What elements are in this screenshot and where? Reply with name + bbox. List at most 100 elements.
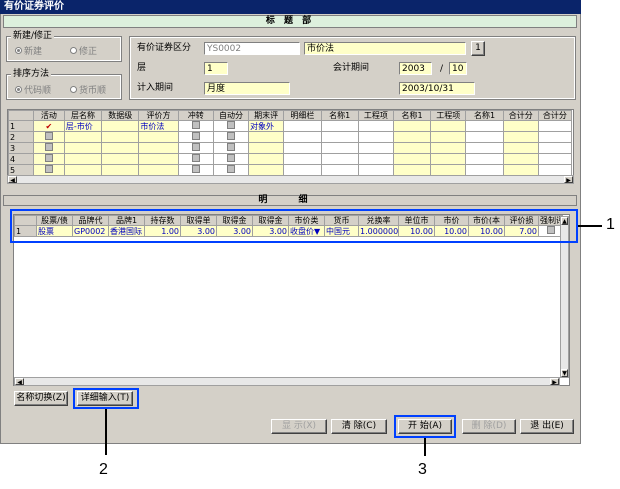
checkbox-icon[interactable] [226,154,235,162]
layer-grid-cell[interactable] [430,120,467,132]
checkbox-icon[interactable] [191,165,200,173]
layer-grid-cell[interactable] [101,120,140,132]
layer-grid-row[interactable]: 4 [8,153,573,165]
layer-grid-cell[interactable] [283,164,322,176]
layer-grid-row[interactable]: 5 [8,164,573,176]
layer-grid-cell[interactable] [212,153,250,165]
layer-grid-cell[interactable] [392,120,432,132]
layer-grid-cell[interactable] [32,164,65,176]
date-field[interactable]: 2003/10/31 [399,82,475,95]
layer-grid-cell[interactable] [430,142,467,154]
delete-button[interactable]: 删 除(D) [462,419,516,434]
layer-grid-cell[interactable] [101,131,140,143]
layer-grid-cell[interactable] [502,153,539,165]
layer-grid-cell[interactable] [465,142,504,154]
layer-grid-cell[interactable]: 层-市价 [63,120,103,132]
layer-grid-cell[interactable] [212,164,250,176]
layer-grid-cell[interactable] [465,153,504,165]
detail-scroll-right-icon[interactable]: ▶ [550,378,559,386]
layer-grid-cell[interactable] [537,131,573,143]
layer-grid-cell[interactable] [32,142,65,154]
layer-grid-cell[interactable] [465,120,504,132]
layer-grid-cell[interactable]: ✔ [32,120,65,132]
layer-grid-cell[interactable] [320,164,359,176]
layer-grid-cell[interactable] [502,142,539,154]
scroll-left-icon[interactable]: ◀ [8,176,17,184]
layer-grid-cell[interactable] [283,153,322,165]
layer-grid-cell[interactable] [63,131,103,143]
layer-field[interactable]: 1 [204,62,228,75]
radio-edit[interactable]: 修正 [70,44,97,57]
layer-grid-cell[interactable] [283,131,322,143]
layer-grid-cell[interactable] [212,131,250,143]
layer-grid-cell[interactable] [357,131,394,143]
layer-grid-row[interactable]: 2 [8,131,573,143]
checkbox-icon[interactable] [191,143,200,151]
checkbox-icon[interactable] [44,165,53,173]
layer-grid-cell[interactable] [320,120,359,132]
name-switch-button[interactable]: 名称切换(Z) [14,391,68,406]
layer-grid-cell[interactable] [537,164,573,176]
checkbox-icon[interactable] [226,165,235,173]
layer-grid-cell[interactable] [537,142,573,154]
checkbox-icon[interactable] [226,143,235,151]
layer-grid-cell[interactable] [430,153,467,165]
layer-grid-cell[interactable] [465,131,504,143]
radio-new[interactable]: 新建 [15,44,42,57]
scroll-right-icon[interactable]: ▶ [564,176,573,184]
layer-grid-cell[interactable] [283,120,322,132]
layer-grid-cell[interactable] [101,153,140,165]
layer-grid-cell[interactable] [430,131,467,143]
layer-grid-cell[interactable] [138,131,179,143]
radio-currency-order[interactable]: 货币顺 [70,83,106,96]
radio-code-order[interactable]: 代码顺 [15,83,51,96]
scroll-down-icon[interactable]: ▼ [561,369,568,377]
display-button[interactable]: 显 示(X) [271,419,327,434]
layer-grid-cell[interactable] [248,153,285,165]
layer-grid-cell[interactable] [248,131,285,143]
layer-grid-cell[interactable] [101,164,140,176]
checkbox-icon[interactable] [191,154,200,162]
layer-grid-cell[interactable] [392,153,432,165]
layer-grid-cell[interactable] [320,142,359,154]
checkbox-icon[interactable] [44,143,53,151]
layer-grid-cell[interactable] [212,142,250,154]
layer-grid-cell[interactable] [392,164,432,176]
layer-grid-cell[interactable] [465,164,504,176]
layer-grid-row[interactable]: 1 ✔ 层-市价 市价法 对象外 [8,120,573,132]
layer-grid-cell[interactable] [177,164,214,176]
checkbox-icon[interactable] [226,132,235,140]
detail-scroll-left-icon[interactable]: ◀ [15,378,24,386]
layer-grid-cell[interactable] [248,164,285,176]
layer-grid-cell[interactable] [212,120,250,132]
layer-grid-cell[interactable] [138,164,179,176]
checkbox-icon[interactable] [191,121,200,129]
layer-grid-hscrollbar[interactable]: ◀ ▶ [7,175,574,184]
checkbox-icon[interactable] [44,132,53,140]
clear-button[interactable]: 清 除(C) [331,419,387,434]
layer-grid-cell[interactable] [537,120,573,132]
category-code-field[interactable]: YS0002 [204,42,300,55]
layer-grid-cell[interactable] [392,131,432,143]
layer-grid-cell[interactable] [63,164,103,176]
checkbox-icon[interactable] [44,154,53,162]
layer-grid-cell[interactable] [63,153,103,165]
exit-button[interactable]: 退 出(E) [520,419,574,434]
layer-grid-cell[interactable] [320,131,359,143]
lookup-button[interactable]: 1 [471,41,485,56]
month-field[interactable]: 10 [449,62,467,75]
layer-grid-cell[interactable] [138,153,179,165]
layer-grid-cell[interactable] [177,120,214,132]
layer-grid-cell[interactable] [32,131,65,143]
layer-grid-cell[interactable] [430,164,467,176]
layer-grid-cell[interactable] [502,164,539,176]
layer-grid-cell[interactable] [32,153,65,165]
layer-grid-cell[interactable] [537,153,573,165]
checkbox-icon[interactable] [191,132,200,140]
layer-grid-cell[interactable] [248,142,285,154]
detail-grid-hscrollbar[interactable]: ◀ ▶ [14,377,560,386]
checkbox-icon[interactable] [226,121,235,129]
layer-grid-cell[interactable] [63,142,103,154]
layer-grid-cell[interactable] [502,120,539,132]
layer-grid-cell[interactable] [138,142,179,154]
